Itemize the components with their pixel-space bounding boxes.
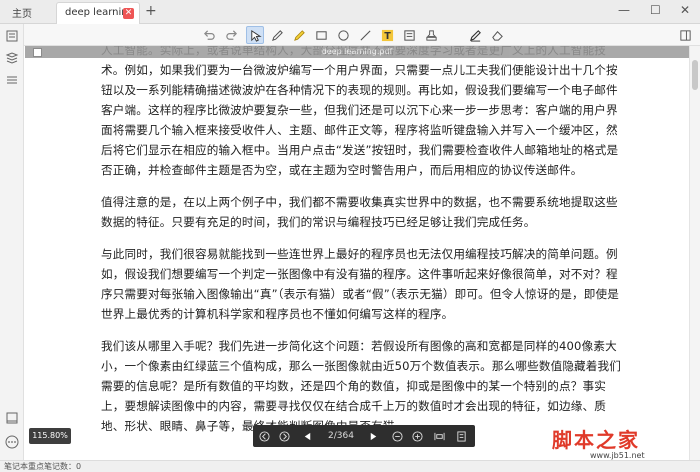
- note-icon[interactable]: [400, 26, 418, 44]
- site-watermark: 脚本之家 www.jb51.net: [552, 424, 694, 466]
- paragraph: 人工智能。实际上，或者说单结构人，大部分程序并不需要深度学习或者是更广义上的人工…: [101, 46, 619, 177]
- page-navigation-bar: 2/364: [253, 425, 475, 447]
- minimize-button[interactable]: —: [618, 3, 630, 17]
- vertical-scrollbar[interactable]: [689, 46, 700, 460]
- previous-page-icon[interactable]: [299, 425, 315, 447]
- outline-icon[interactable]: [5, 50, 19, 64]
- tab-bar: 主页 deep learning ✕ + — ☐ ✕: [0, 0, 700, 24]
- text-tool-icon[interactable]: T: [378, 26, 396, 44]
- thumbnails-icon[interactable]: [5, 28, 19, 42]
- redo-icon[interactable]: [222, 26, 240, 44]
- zoom-out-icon[interactable]: [389, 425, 405, 447]
- page-content: 人工智能。实际上，或者说单结构人，大部分程序并不需要深度学习或者是更广义上的人工…: [101, 46, 629, 448]
- forward-icon[interactable]: [275, 425, 293, 447]
- maximize-button[interactable]: ☐: [650, 3, 661, 17]
- text-tool-glyph: T: [384, 31, 391, 42]
- document-header-bar: deep learning.pdf: [25, 46, 689, 58]
- highlighter-icon[interactable]: [290, 26, 308, 44]
- eraser-icon[interactable]: [488, 26, 506, 44]
- paragraph: 与此同时，我们很容易就能找到一些连世界上最好的程序员也无法仅用编程技巧解决的简单…: [101, 247, 620, 321]
- tab-home[interactable]: 主页: [12, 5, 32, 20]
- document-viewer[interactable]: 人工智能。实际上，或者说单结构人，大部分程序并不需要深度学习或者是更广义上的人工…: [25, 46, 689, 460]
- document-filename: deep learning.pdf: [321, 47, 393, 56]
- select-cursor-icon[interactable]: [246, 26, 264, 44]
- back-icon[interactable]: [255, 425, 273, 447]
- stamp-icon[interactable]: [422, 26, 440, 44]
- close-tab-icon[interactable]: ✕: [123, 8, 134, 19]
- paragraph: 值得注意的是，在以上两个例子中，我们都不需要收集真实世界中的数据，也不需要系统地…: [101, 195, 618, 229]
- watermark-brand: 脚本之家: [552, 428, 640, 452]
- tab-document[interactable]: deep learning ✕: [56, 2, 140, 24]
- annotation-toolbar: T: [0, 24, 700, 46]
- list-icon[interactable]: [5, 72, 19, 86]
- zoom-in-icon[interactable]: [409, 425, 425, 447]
- notebook-icon[interactable]: [5, 410, 19, 424]
- circle-icon[interactable]: [334, 26, 352, 44]
- sidebar-toggle-icon[interactable]: [676, 26, 694, 44]
- undo-icon[interactable]: [200, 26, 218, 44]
- more-icon[interactable]: [5, 434, 19, 449]
- paragraph: 我们该从哪里入手呢？我们先进一步简化这个问题：若假设所有图像的高和宽都是同样的4…: [101, 339, 622, 433]
- new-tab-button[interactable]: +: [145, 3, 157, 19]
- sign-pen-icon[interactable]: [466, 26, 484, 44]
- left-sidebar: [0, 24, 24, 460]
- next-page-icon[interactable]: [365, 425, 381, 447]
- close-window-button[interactable]: ✕: [680, 3, 690, 17]
- line-icon[interactable]: [356, 26, 374, 44]
- fit-page-icon[interactable]: [453, 425, 469, 447]
- zoom-level: 115.80%: [29, 428, 71, 444]
- watermark-url: www.jb51.net: [590, 451, 645, 460]
- fit-width-icon[interactable]: [431, 425, 447, 447]
- pen-icon[interactable]: [268, 26, 286, 44]
- page-indicator[interactable]: 2/364: [321, 425, 361, 447]
- rectangle-icon[interactable]: [312, 26, 330, 44]
- scrollbar-thumb[interactable]: [692, 60, 698, 90]
- notes-count-text: 笔记本重点笔记数：0: [4, 462, 82, 471]
